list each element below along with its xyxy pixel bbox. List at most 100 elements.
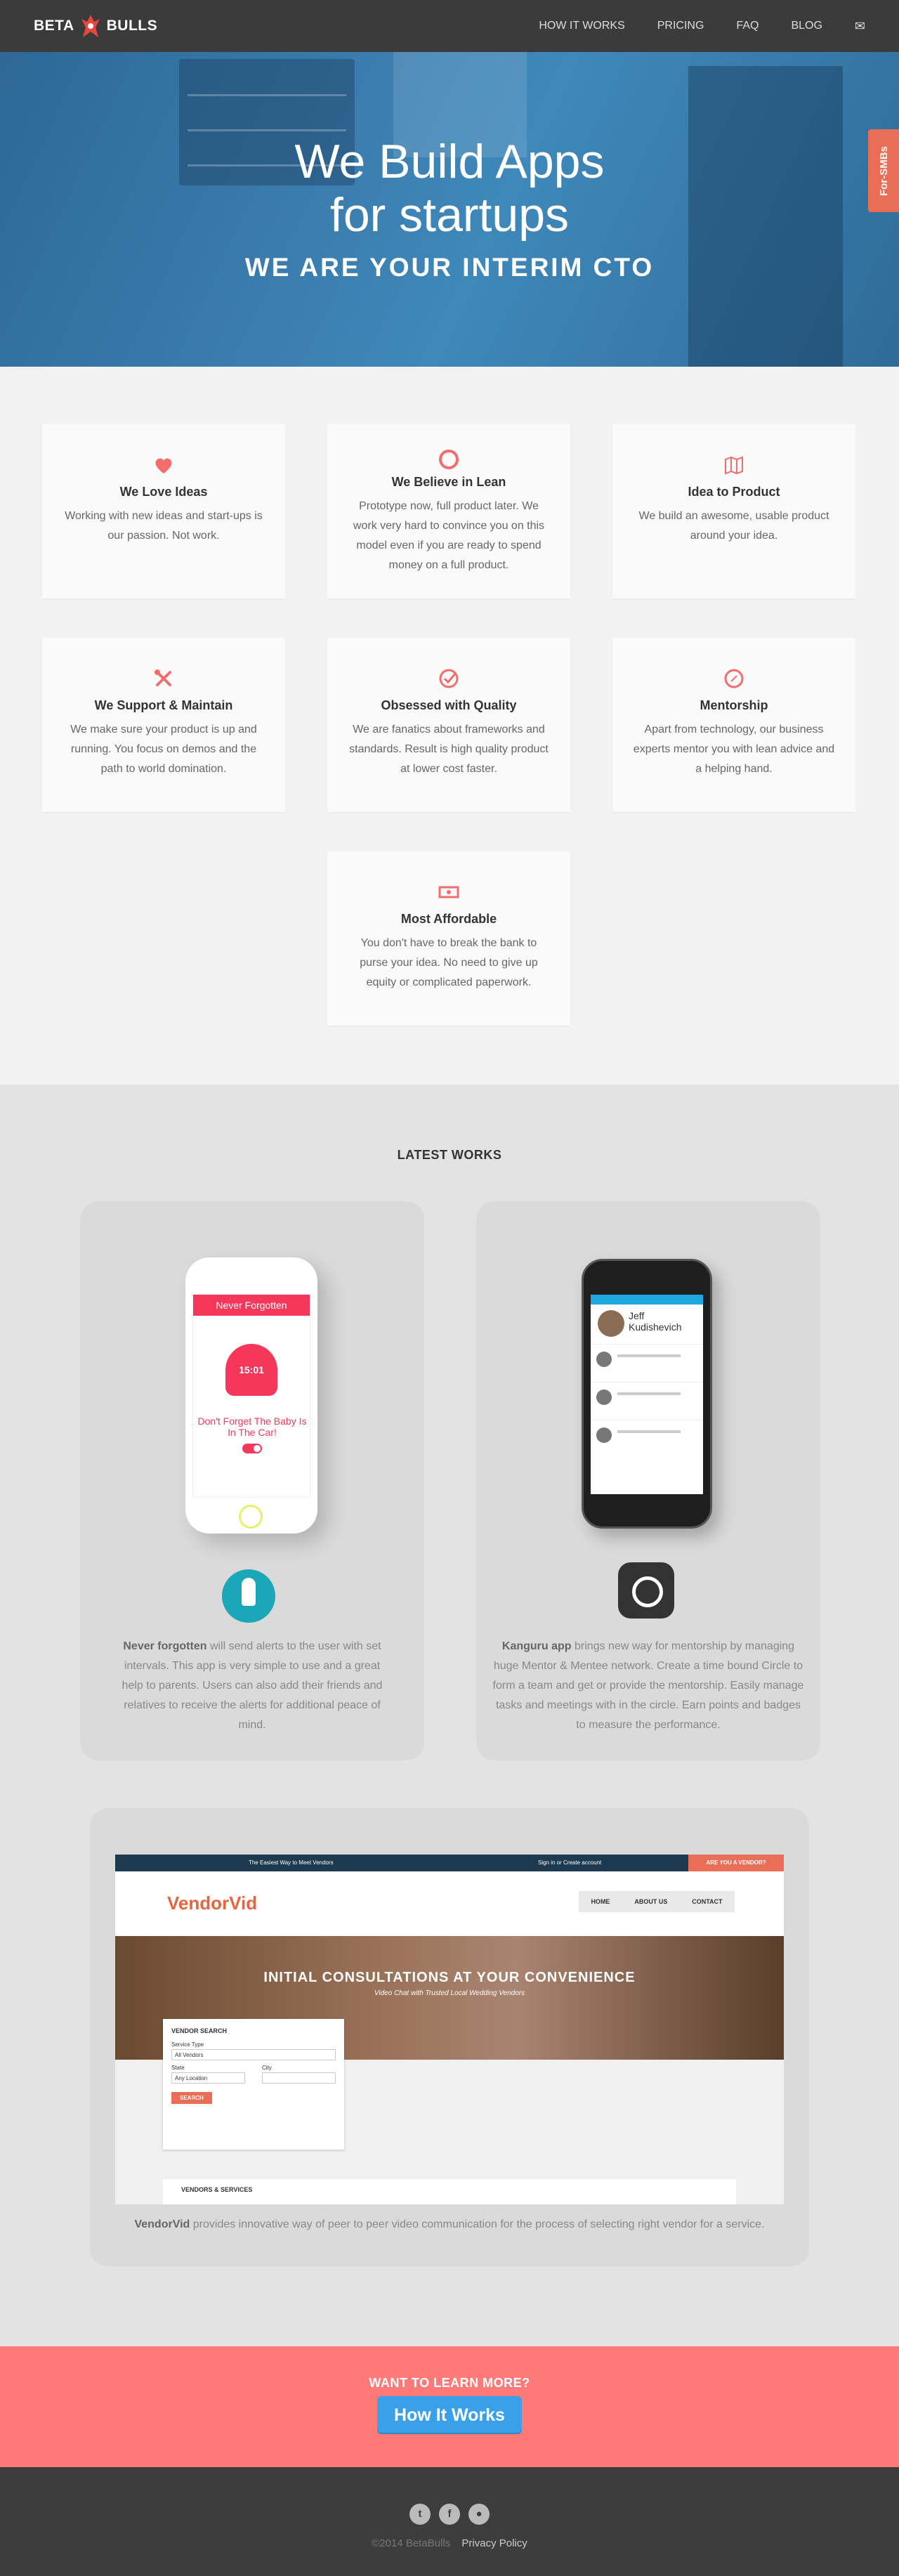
work-card-kanguru: Jeff Kudishevich Kanguru app brings new …	[476, 1201, 820, 1760]
vv-location-row: State Any Location City	[171, 2065, 336, 2088]
mail-icon[interactable]: ✉	[855, 19, 865, 34]
phone-mockup: Jeff Kudishevich	[582, 1259, 712, 1529]
work-desc: will send alerts to the user with set in…	[122, 1640, 383, 1731]
feature-card: Obsessed with Quality We are fanatics ab…	[327, 638, 570, 812]
feature-title: Mentorship	[700, 698, 768, 712]
map-icon	[725, 456, 743, 475]
vv-menu: HOME ABOUT US CONTACT	[579, 1891, 735, 1912]
feature-card: We Believe in Lean Prototype now, full p…	[327, 424, 570, 599]
nav-how-it-works[interactable]: HOW IT WORKS	[539, 20, 624, 32]
latest-works-section: LATEST WORKS Never Forgotten 15:01 Don't…	[0, 1085, 899, 2346]
work-desc: brings new way for mentorship by managin…	[492, 1640, 804, 1731]
hero-title-line1: We Build Apps	[294, 135, 605, 188]
vv-logo-b: Vid	[229, 1892, 258, 1914]
vv-tagline: The Easiest Way to Meet Vendors	[249, 1859, 334, 1866]
github-icon[interactable]: ●	[468, 2504, 490, 2525]
vv-search-form: VENDOR SEARCH Service Type All Vendors S…	[163, 2019, 344, 2150]
work-name: Kanguru app	[501, 1640, 572, 1652]
vv-services-bar: VENDORS & SERVICES	[163, 2179, 736, 2204]
list-item	[591, 1382, 703, 1420]
vv-service-label: Service Type	[171, 2041, 204, 2048]
work-name: Never forgotten	[123, 1640, 207, 1652]
facebook-icon[interactable]: f	[439, 2504, 460, 2525]
compass-icon	[724, 669, 744, 688]
hero-subtitle: WE ARE YOUR INTERIM CTO	[244, 253, 655, 282]
alert-toggle	[242, 1444, 262, 1453]
features-section: We Love Ideas Working with new ideas and…	[0, 367, 899, 1085]
top-nav: BETA BULLS HOW IT WORKS PRICING FAQ BLOG…	[0, 0, 899, 52]
feature-text: We make sure your product is up and runn…	[70, 724, 257, 775]
feature-title: Most Affordable	[400, 912, 497, 926]
feature-text: Apart from technology, our business expe…	[633, 724, 835, 775]
vv-form-title: VENDOR SEARCH	[171, 2027, 228, 2034]
feature-title: Idea to Product	[688, 485, 780, 499]
vv-topbar: The Easiest Way to Meet Vendors Sign in …	[115, 1855, 784, 1871]
heart-icon	[155, 458, 172, 473]
for-smbs-tab[interactable]: For-SMBs	[868, 129, 899, 212]
bull-logo-icon	[81, 15, 100, 37]
brand-left: BETA	[34, 18, 74, 34]
screen-message: Don't Forget The Baby Is In The Car!	[197, 1416, 307, 1438]
vendorvid-screenshot: The Easiest Way to Meet Vendors Sign in …	[115, 1855, 784, 2204]
circle-icon	[439, 450, 459, 469]
work-description: Kanguru app brings new way for mentorshi…	[490, 1637, 806, 1735]
vv-menu-home: HOME	[591, 1898, 610, 1905]
social-links: t f ●	[0, 2467, 899, 2525]
feature-card: We Support & Maintain We make sure your …	[42, 638, 285, 812]
feature-card: We Love Ideas Working with new ideas and…	[42, 424, 285, 599]
vv-menu-contact: CONTACT	[692, 1898, 723, 1905]
check-circle-icon	[439, 669, 459, 688]
feature-title: We Support & Maintain	[94, 698, 233, 712]
vv-logo-a: Vendor	[167, 1892, 230, 1914]
money-icon	[438, 886, 459, 898]
how-it-works-button[interactable]: How It Works	[377, 2396, 522, 2434]
cta-section: WANT TO LEARN MORE? How It Works	[0, 2346, 899, 2467]
for-smbs-label: For-SMBs	[877, 145, 890, 196]
feature-card: Idea to Product We build an awesome, usa…	[612, 424, 855, 599]
brand-right: BULLS	[106, 18, 158, 34]
nav-faq[interactable]: FAQ	[736, 20, 759, 32]
feature-text: We are fanatics about frameworks and sta…	[349, 724, 549, 775]
feature-title: Obsessed with Quality	[381, 698, 517, 712]
feature-card: Mentorship Apart from technology, our bu…	[612, 638, 855, 812]
vv-logo: VendorVid	[167, 1892, 257, 1914]
list-item	[591, 1420, 703, 1458]
vv-service-select: All Vendors	[171, 2049, 336, 2060]
feature-card: Most Affordable You don't have to break …	[327, 851, 570, 1026]
footer: t f ● ©2014 BetaBulls Privacy Policy	[0, 2467, 899, 2576]
cta-heading: WANT TO LEARN MORE?	[369, 2376, 530, 2390]
main-menu: HOW IT WORKS PRICING FAQ BLOG ✉	[539, 19, 865, 34]
vv-city-input	[262, 2072, 336, 2084]
nav-blog[interactable]: BLOG	[791, 20, 822, 32]
profile-name: Jeff Kudishevich	[591, 1305, 703, 1344]
screen-statusbar	[591, 1295, 703, 1305]
vv-banner-sub: Video Chat with Trusted Local Wedding Ve…	[374, 1989, 525, 1997]
hero-banner: We Build Apps for startups WE ARE YOUR I…	[0, 52, 899, 367]
vv-city-label: City	[262, 2065, 272, 2071]
feature-text: You don't have to break the bank to purs…	[360, 937, 538, 988]
hero-title-line2: for startups	[329, 188, 570, 242]
vv-menu-about: ABOUT US	[634, 1898, 668, 1905]
phone-screen: Jeff Kudishevich	[591, 1295, 703, 1494]
copyright: ©2014 BetaBulls	[372, 2537, 451, 2549]
kanguru-app-icon	[618, 1562, 674, 1619]
home-button	[239, 1505, 263, 1529]
work-description: VendorVid provides innovative way of pee…	[90, 2218, 809, 2231]
work-card-never-forgotten: Never Forgotten 15:01 Don't Forget The B…	[80, 1201, 424, 1760]
screen-header: Never Forgotten	[193, 1295, 310, 1316]
work-description: Never forgotten will send alerts to the …	[117, 1637, 388, 1735]
works-title: LATEST WORKS	[397, 1148, 502, 1162]
phone-mockup: Never Forgotten 15:01 Don't Forget The B…	[185, 1257, 317, 1534]
footer-line: ©2014 BetaBulls Privacy Policy	[0, 2537, 899, 2549]
brand-logo[interactable]: BETA BULLS	[34, 12, 157, 40]
twitter-icon[interactable]: t	[409, 2504, 431, 2525]
privacy-policy-link[interactable]: Privacy Policy	[461, 2537, 527, 2549]
never-forgotten-app-icon	[222, 1569, 275, 1623]
nav-pricing[interactable]: PRICING	[657, 20, 704, 32]
work-desc: provides innovative way of peer to peer …	[190, 2218, 765, 2230]
vv-state-select: Any Location	[171, 2072, 245, 2084]
phone-screen: Never Forgotten 15:01 Don't Forget The B…	[192, 1294, 310, 1498]
feature-title: We Love Ideas	[119, 485, 208, 499]
list-item	[591, 1344, 703, 1382]
feature-text: We build an awesome, usable product arou…	[638, 510, 829, 542]
